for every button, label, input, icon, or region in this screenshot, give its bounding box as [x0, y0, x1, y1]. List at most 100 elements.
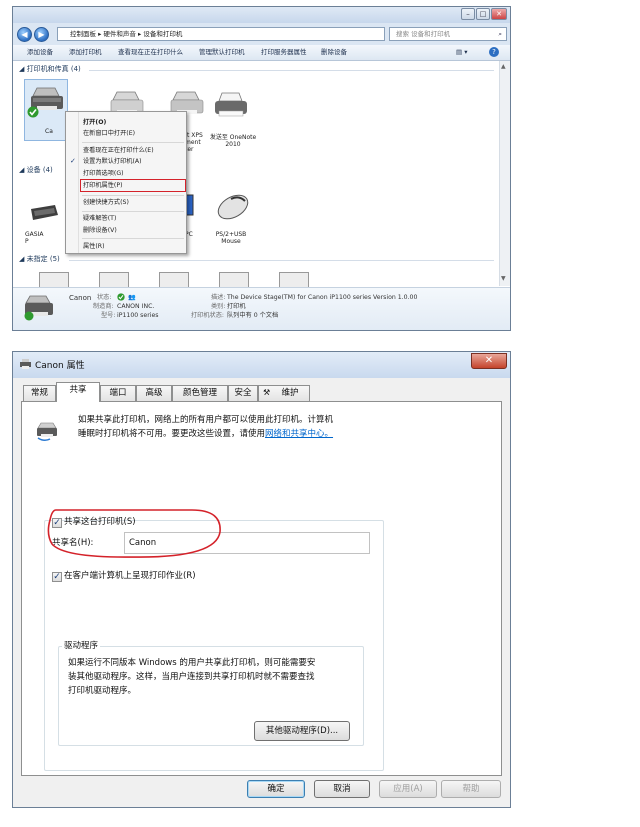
back-arrow-icon[interactable]: ◀	[17, 27, 32, 42]
search-input[interactable]: 搜索 设备和打印机 ⌕	[389, 27, 507, 41]
unspecified-device-icon[interactable]	[99, 272, 129, 288]
tab-maintenance[interactable]: ⚒ 维护	[258, 385, 310, 401]
forward-arrow-icon[interactable]: ▶	[34, 27, 49, 42]
menu-item-create-shortcut[interactable]: 创建快捷方式(S)	[83, 198, 129, 207]
other-drivers-button[interactable]: 其他驱动程序(D)...	[254, 721, 350, 741]
help-icon[interactable]: ?	[489, 47, 499, 57]
command-bar: 添加设备 添加打印机 查看现在正在打印什么 管理默认打印机 打印服务器属性 删除…	[13, 45, 510, 61]
device-label: PS/2+USB Mouse	[215, 231, 247, 245]
add-device-button[interactable]: 添加设备	[27, 47, 53, 58]
canon-properties-dialog: Canon 属性 ✕ 常规 共享 端口 高级 颜色管理 安全 ⚒ 维护 如果共享…	[12, 351, 511, 808]
model-key: 型号:	[101, 312, 116, 319]
network-sharing-center-link[interactable]: 网络和共享中心。	[265, 429, 333, 439]
printer-icon[interactable]	[213, 92, 249, 122]
vertical-scrollbar[interactable]: ▲ ▼	[499, 61, 510, 286]
menu-item-troubleshoot[interactable]: 疑难解答(T)	[83, 214, 116, 223]
breadcrumb-devices-printers[interactable]: 设备和打印机	[143, 30, 182, 38]
context-menu: 打开(O) 在新窗口中打开(E) 查看现在正在打印什么(E) ✓ 设置为默认打印…	[65, 111, 187, 254]
description-value: The Device Stage(TM) for Canon iP1100 se…	[227, 294, 418, 301]
tab-security[interactable]: 安全	[228, 385, 258, 401]
see-whats-printing-button[interactable]: 查看现在正在打印什么	[118, 47, 183, 58]
menu-item-remove-device[interactable]: 删除设备(V)	[83, 226, 117, 235]
unspecified-group-header[interactable]: ◢ 未指定 (5)	[19, 254, 60, 264]
highlight-ellipse	[47, 509, 221, 558]
menu-separator	[82, 195, 184, 196]
drivers-text-line-1: 如果运行不同版本 Windows 的用户共享此打印机，则可能需要安	[68, 658, 316, 668]
unspecified-device-icon[interactable]	[39, 272, 69, 288]
category-key: 类别:	[211, 303, 226, 310]
scroll-up-icon[interactable]: ▲	[501, 63, 508, 70]
add-printer-button[interactable]: 添加打印机	[69, 47, 102, 58]
scroll-down-icon[interactable]: ▼	[501, 275, 508, 282]
mouse-icon[interactable]	[213, 193, 251, 223]
menu-separator	[82, 211, 184, 212]
check-mark-icon: ✓	[70, 157, 76, 165]
dialog-title: Canon 属性	[35, 361, 85, 371]
menu-item-open[interactable]: 打开(O)	[83, 118, 106, 127]
device-label: ft XPS ment ter	[185, 132, 203, 153]
expand-arrow-icon: ◢	[19, 65, 27, 73]
cancel-button[interactable]: 取消	[314, 780, 370, 798]
unspecified-device-icon[interactable]	[159, 272, 189, 288]
view-options-icon[interactable]: ▤ ▾	[456, 47, 467, 58]
manage-default-printers-button[interactable]: 管理默认打印机	[199, 47, 245, 58]
device-label: Ca	[45, 128, 53, 135]
shared-printer-icon	[37, 422, 57, 442]
print-server-properties-button[interactable]: 打印服务器属性	[261, 47, 307, 58]
remove-device-button[interactable]: 删除设备	[321, 47, 347, 58]
printer-icon	[24, 295, 53, 321]
menu-item-open-new-window[interactable]: 在新窗口中打开(E)	[83, 129, 135, 138]
menu-item-see-whats-printing[interactable]: 查看现在正在打印什么(E)	[83, 146, 154, 155]
minimize-button[interactable]: –	[461, 8, 475, 20]
keyboard-icon[interactable]	[29, 203, 59, 225]
search-icon[interactable]: ⌕	[498, 28, 502, 40]
divider	[89, 70, 494, 71]
render-jobs-label: 在客户端计算机上呈现打印作业(R)	[64, 571, 196, 581]
ok-status-icon	[117, 293, 125, 301]
description-key: 描述:	[211, 294, 226, 301]
drivers-text-line-2: 装其他驱动程序。这样，当用户连接到共享打印机时就不需要查找	[68, 672, 315, 682]
device-label: 发送至 OneNote 2010	[209, 134, 257, 148]
ok-button[interactable]: 确定	[247, 780, 305, 798]
printers-group-header[interactable]: ◢ 打印机和传真 (4)	[19, 64, 81, 74]
highlight-box	[80, 179, 186, 192]
drivers-group-title: 驱动程序	[62, 640, 101, 653]
maximize-button[interactable]: □	[476, 8, 490, 20]
title-bar: Canon 属性 ✕	[13, 352, 510, 378]
device-canon[interactable]: Ca	[24, 79, 68, 141]
expand-arrow-icon: ◢	[19, 255, 27, 263]
details-pane: Canon 状态: 👥 制造商: CANON INC. 型号: iP1100 s…	[13, 287, 510, 330]
breadcrumb-hardware-sound[interactable]: 硬件和声音	[103, 30, 136, 38]
divider	[69, 260, 494, 261]
menu-item-properties[interactable]: 属性(R)	[83, 242, 105, 251]
printer-icon	[20, 359, 31, 369]
devices-and-printers-window: – □ ✕ ◀ ▶ 控制面板 ▸ 硬件和声音 ▸ 设备和打印机 搜索 设备和打印…	[12, 6, 511, 331]
breadcrumb-control-panel[interactable]: 控制面板	[70, 30, 96, 38]
sharing-panel: 如果共享此打印机，网络上的所有用户都可以使用此打印机。计算机 睡眠时打印机将不可…	[21, 401, 502, 776]
tab-sharing[interactable]: 共享	[56, 382, 100, 402]
sharing-info-line-1: 如果共享此打印机，网络上的所有用户都可以使用此打印机。计算机	[78, 415, 334, 425]
tab-advanced[interactable]: 高级	[136, 385, 172, 401]
default-printer-check-icon	[27, 106, 39, 118]
apply-button[interactable]: 应用(A)	[379, 780, 437, 798]
menu-item-set-default[interactable]: 设置为默认打印机(A)	[83, 157, 142, 166]
close-button[interactable]: ✕	[471, 353, 507, 369]
sharing-info-line-2: 睡眠时打印机将不可用。要更改这些设置，请使用网络和共享中心。	[78, 429, 334, 439]
unspecified-device-icon[interactable]	[219, 272, 249, 288]
tab-color-management[interactable]: 颜色管理	[172, 385, 228, 401]
close-button[interactable]: ✕	[491, 8, 507, 20]
menu-item-printing-preferences[interactable]: 打印首选项(G)	[83, 169, 124, 178]
menu-gutter	[78, 112, 79, 253]
unspecified-device-icon[interactable]	[279, 272, 309, 288]
tab-general[interactable]: 常规	[23, 385, 56, 401]
menu-separator	[82, 142, 184, 143]
devices-group-header[interactable]: ◢ 设备 (4)	[19, 165, 53, 175]
manufacturer-key: 制造商:	[93, 303, 114, 310]
render-jobs-checkbox[interactable]: ✓	[52, 572, 62, 582]
details-device-name: Canon	[69, 294, 92, 302]
device-label: GASIA P	[25, 231, 44, 245]
help-button[interactable]: 帮助	[441, 780, 501, 798]
model-value: iP1100 series	[117, 312, 159, 319]
address-bar[interactable]: 控制面板 ▸ 硬件和声音 ▸ 设备和打印机	[57, 27, 385, 41]
tab-ports[interactable]: 端口	[100, 385, 136, 401]
